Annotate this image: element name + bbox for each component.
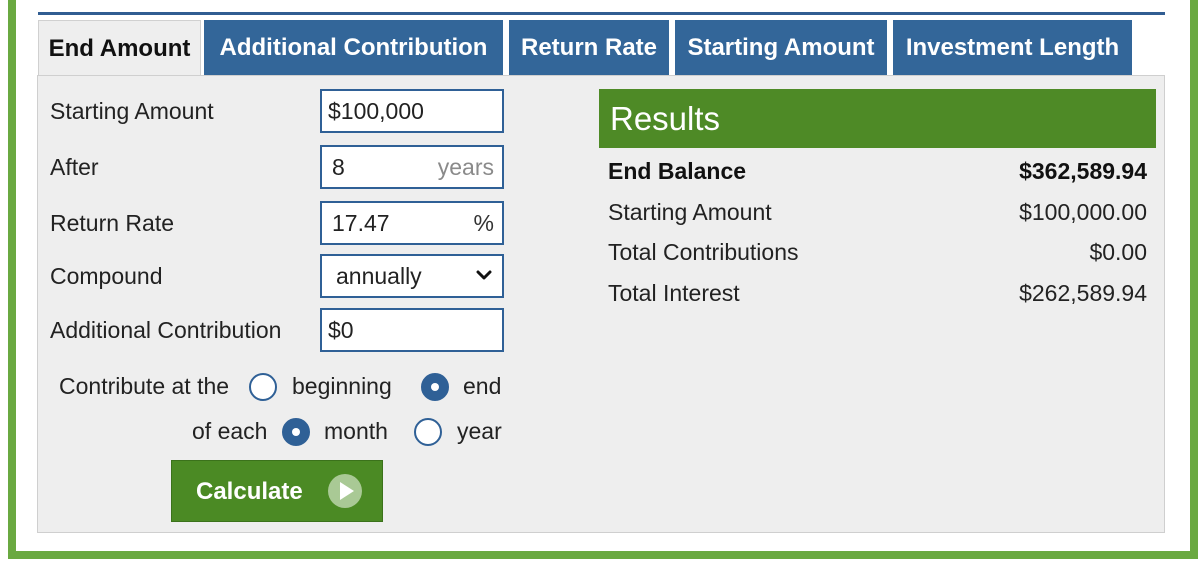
result-value: $362,589.94 xyxy=(1019,158,1147,184)
compound-select[interactable]: annually xyxy=(320,254,504,298)
result-label: Total Interest xyxy=(608,280,740,306)
after-label: After xyxy=(50,154,99,180)
play-circle-icon xyxy=(328,474,362,508)
return-rate-value: 17.47 xyxy=(332,210,390,236)
tab-additional-contribution[interactable]: Additional Contribution xyxy=(204,20,503,76)
top-divider xyxy=(38,12,1165,15)
compound-label: Compound xyxy=(50,263,163,289)
years-input[interactable]: 8 years xyxy=(320,145,504,189)
result-label: Total Contributions xyxy=(608,239,799,265)
result-value: $262,589.94 xyxy=(1019,280,1147,306)
starting-amount-label: Starting Amount xyxy=(50,98,214,124)
calculate-button-label: Calculate xyxy=(196,478,303,505)
tab-end-amount[interactable]: End Amount xyxy=(38,20,201,76)
additional-contribution-value: $0 xyxy=(328,317,354,343)
year-label: year xyxy=(457,418,502,444)
result-row-total-contributions: Total Contributions $0.00 xyxy=(608,239,1147,269)
additional-contribution-input[interactable]: $0 xyxy=(320,308,504,352)
radio-month[interactable] xyxy=(282,418,310,446)
chevron-down-icon xyxy=(476,270,492,280)
month-label: month xyxy=(324,418,388,444)
beginning-label: beginning xyxy=(292,373,392,399)
years-unit: years xyxy=(437,154,494,180)
compound-selected-value: annually xyxy=(336,263,422,289)
starting-amount-input[interactable]: $100,000 xyxy=(320,89,504,133)
result-row-starting-amount: Starting Amount $100,000.00 xyxy=(608,199,1147,229)
tab-return-rate[interactable]: Return Rate xyxy=(509,20,669,76)
of-each-label: of each xyxy=(192,418,268,444)
calculate-button[interactable]: Calculate xyxy=(171,460,383,522)
radio-end[interactable] xyxy=(421,373,449,401)
result-row-end-balance: End Balance $362,589.94 xyxy=(608,158,1147,188)
radio-beginning[interactable] xyxy=(249,373,277,401)
tab-starting-amount[interactable]: Starting Amount xyxy=(675,20,887,76)
starting-amount-value: $100,000 xyxy=(328,98,424,124)
result-row-total-interest: Total Interest $262,589.94 xyxy=(608,280,1147,310)
return-rate-input[interactable]: 17.47 % xyxy=(320,201,504,245)
radio-year[interactable] xyxy=(414,418,442,446)
result-value: $100,000.00 xyxy=(1019,199,1147,225)
end-label: end xyxy=(463,373,502,399)
contribute-at-label: Contribute at the xyxy=(59,373,230,399)
result-value: $0.00 xyxy=(1089,239,1147,265)
result-label: End Balance xyxy=(608,158,747,184)
result-label: Starting Amount xyxy=(608,199,772,225)
tab-investment-length[interactable]: Investment Length xyxy=(893,20,1132,76)
additional-contribution-label: Additional Contribution xyxy=(50,317,282,343)
results-header: Results xyxy=(599,89,1156,148)
years-value: 8 xyxy=(332,154,345,180)
percent-unit: % xyxy=(473,210,494,236)
return-rate-label: Return Rate xyxy=(50,210,175,236)
